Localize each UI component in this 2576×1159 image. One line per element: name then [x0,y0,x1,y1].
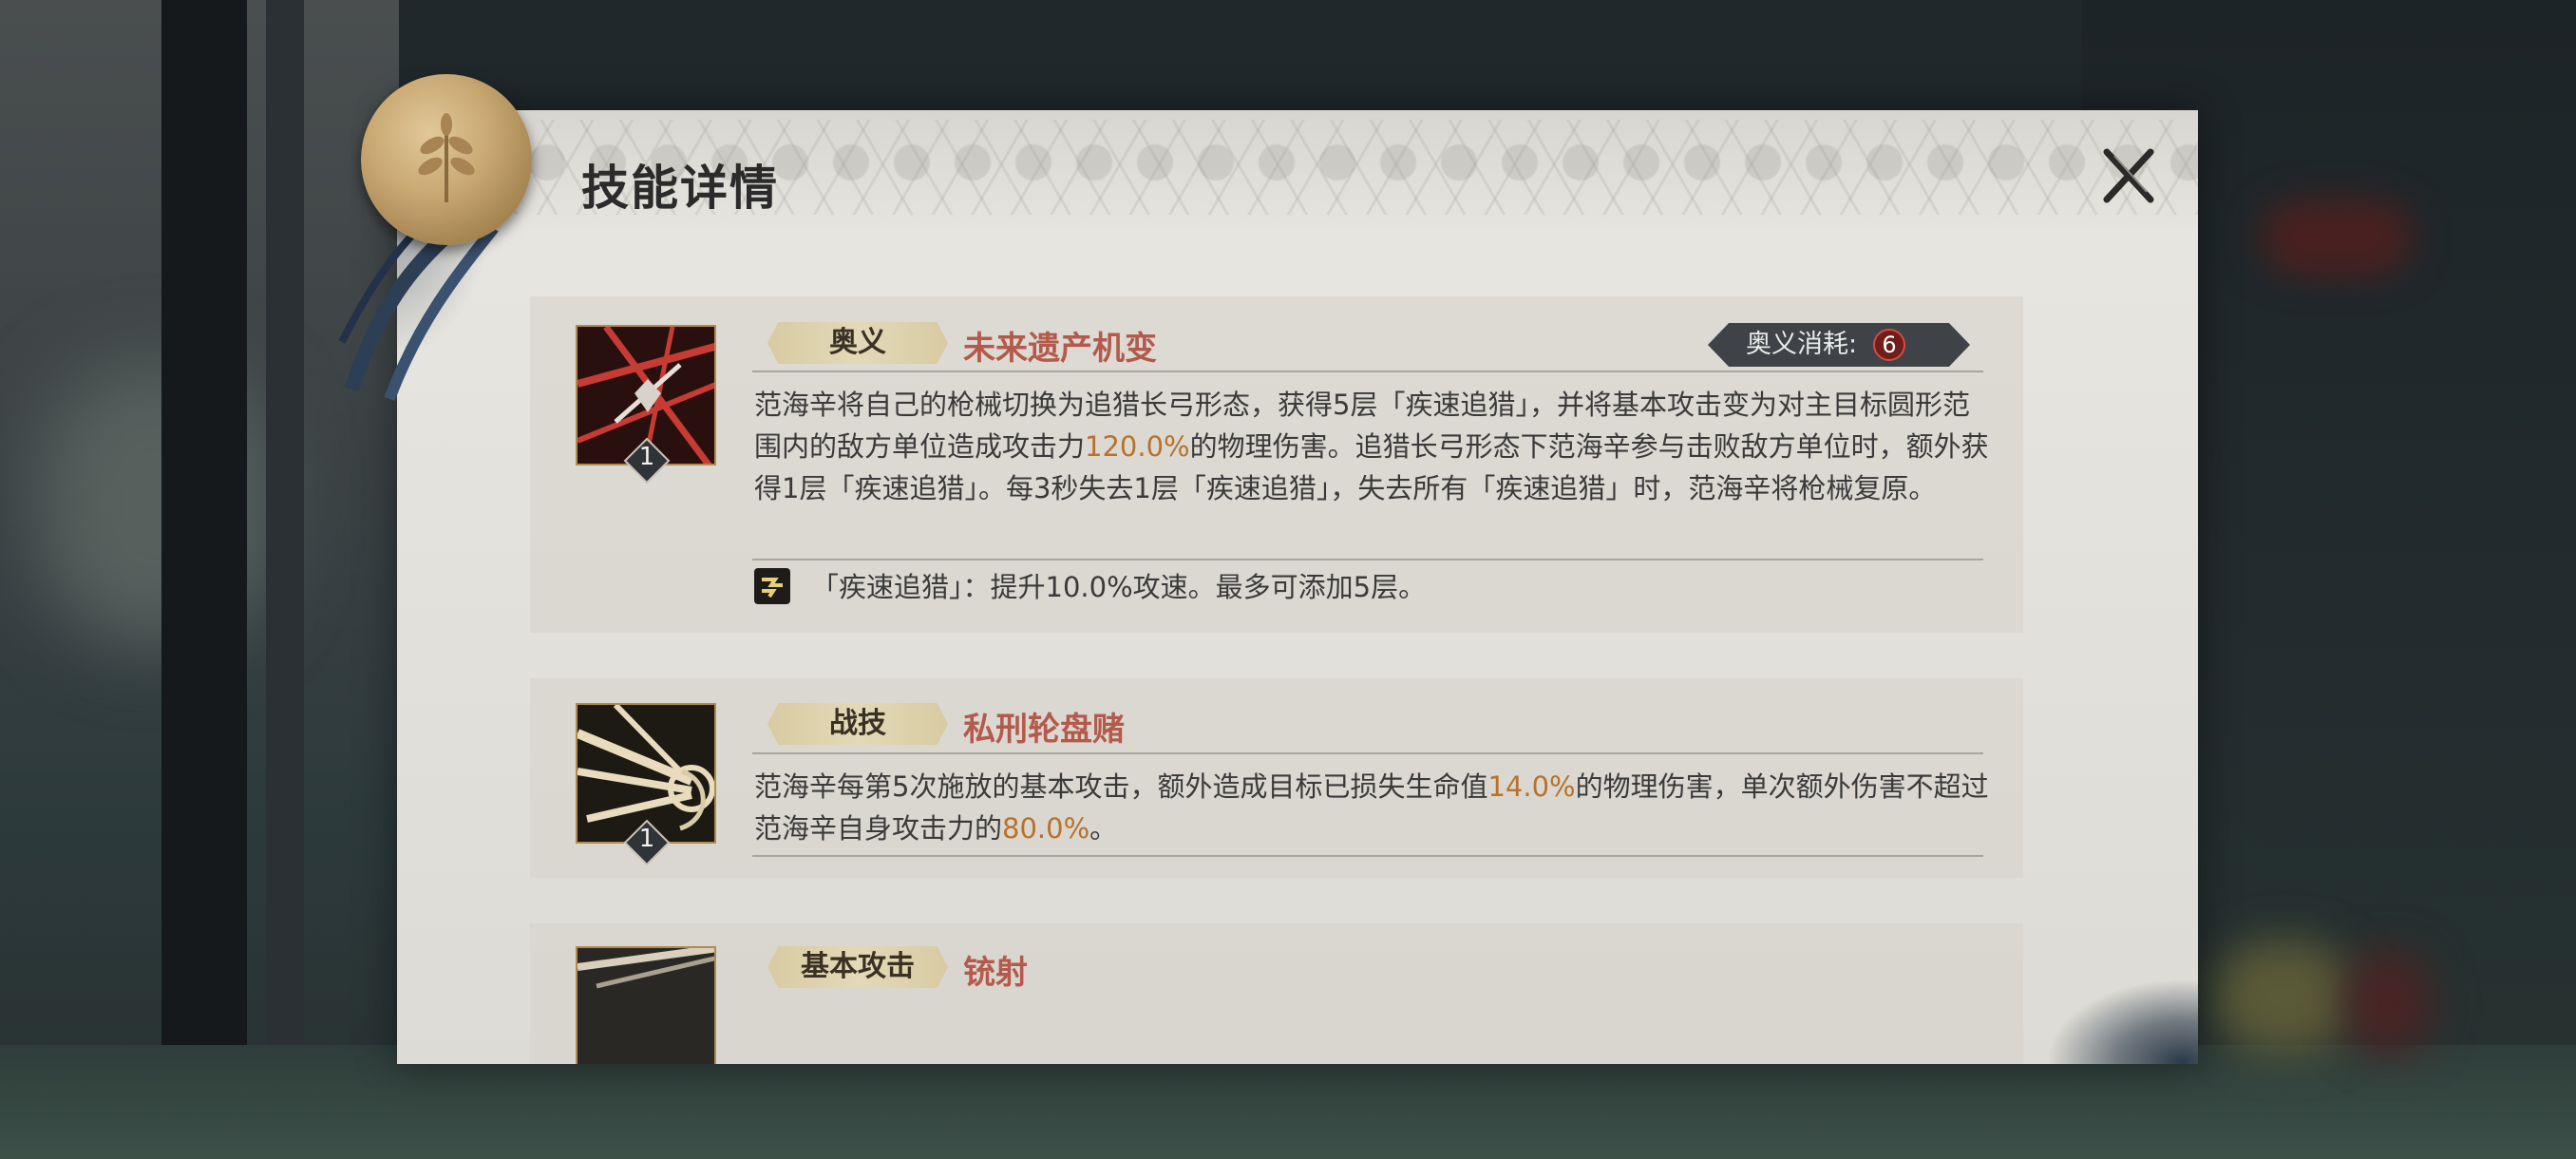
skill-type-tag: 战技 [767,703,948,745]
wax-seal-icon [361,74,532,245]
close-button[interactable] [2095,142,2162,209]
skill-level-badge: 1 [623,437,671,484]
speed-buff-icon [754,568,790,604]
skill-type-tag: 奥义 [767,322,948,364]
skill-name: 铳射 [963,954,1028,992]
skill-type-tag: 基本攻击 [767,946,948,988]
skill-level-badge: 1 [623,819,671,866]
skill-description: 范海辛将自己的枪械切换为追猎长弓形态，获得5层「疾速追猎」，并将基本攻击变为对主… [754,389,1989,504]
buff-description: 「疾速追猎」：提升10.0%攻速。最多可添加5层。 [811,571,1427,603]
damage-value: 14.0% [1487,770,1576,803]
cost-value: 6 [1873,329,1905,361]
cap-value: 80.0% [1002,812,1090,845]
ultimate-cost-badge: 奥义消耗: 6 [1708,323,1970,367]
cost-label: 奥义消耗: [1746,330,1858,359]
damage-value: 120.0% [1085,430,1190,463]
gunshot-skill-icon [576,946,716,1064]
skill-card-tactic[interactable]: 1 战技 私刑轮盘赌 范海辛每第5次施放的基本攻击，额外造成目标已损失生命值14… [530,678,2023,878]
skill-name: 未来遗产机变 [963,330,1157,368]
divider [752,855,1983,857]
divider [752,370,1983,372]
close-icon [2103,148,2154,203]
skill-description: 范海辛每第5次施放的基本攻击，额外造成目标已损失生命值14.0%的物理伤害，单次… [754,770,1989,845]
ink-corner-decoration [2046,978,2198,1064]
divider [752,559,1983,560]
skill-name: 私刑轮盘赌 [963,711,1125,749]
skill-card-basic-attack[interactable]: 基本攻击 铳射 [530,923,2023,1064]
divider [752,752,1983,754]
dialog-title: 技能详情 [581,160,779,216]
